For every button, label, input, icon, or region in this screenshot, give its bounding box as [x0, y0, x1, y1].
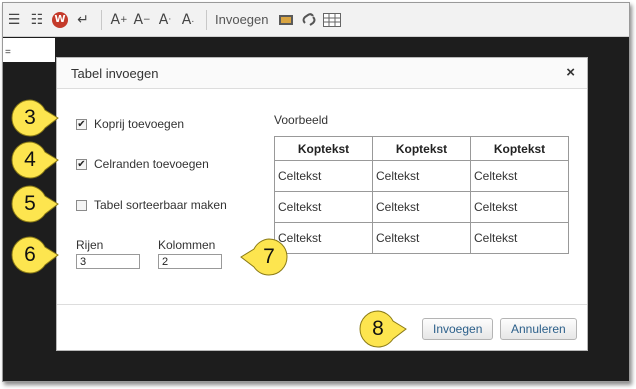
sortable-checkbox[interactable]: [76, 199, 87, 211]
preview-header-cell: Koptekst: [274, 136, 373, 161]
toolbar-divider: [101, 9, 102, 30]
preview-header-row: Koptekst Koptekst Koptekst: [274, 136, 569, 161]
editor-toolbar: ☰ ☷ W ↵ A + A − A · A. Invoegen: [3, 3, 629, 37]
callout-8: 8: [359, 310, 407, 348]
callout-number: 3: [24, 106, 36, 129]
cell-borders-checkbox[interactable]: ✔: [76, 158, 87, 170]
callout-number: 4: [24, 148, 36, 171]
numbered-list-icon[interactable]: ☷: [28, 11, 46, 29]
enter-icon[interactable]: ↵: [74, 11, 92, 29]
rows-input[interactable]: [76, 254, 140, 269]
cell-borders-option[interactable]: ✔ Celranden toevoegen: [76, 157, 209, 171]
preview-cell: Celtekst: [372, 191, 471, 223]
callout-6: 6: [11, 236, 59, 274]
superscript-icon[interactable]: A ·: [156, 11, 174, 29]
columns-label: Kolommen: [158, 238, 216, 252]
insert-button[interactable]: Invoegen: [422, 318, 494, 340]
preview-cell: Celtekst: [274, 191, 373, 223]
callout-5: 5: [11, 185, 59, 223]
header-row-option[interactable]: ✔ Koprij toevoegen: [76, 117, 184, 131]
link-icon[interactable]: [300, 11, 318, 29]
bullet-list-icon[interactable]: ☰: [5, 11, 23, 29]
font-size-down-icon[interactable]: A −: [133, 11, 151, 29]
header-row-label: Koprij toevoegen: [94, 117, 185, 131]
screenshot-frame: ☰ ☷ W ↵ A + A − A · A. Invoegen = Tabel inv…: [2, 2, 630, 382]
callout-number: 7: [263, 245, 275, 268]
callout-3: 3: [11, 99, 59, 137]
table-row: Celtekst Celtekst Celtekst: [274, 222, 569, 254]
insert-table-dialog: Tabel invoegen × ✔ Koprij toevoegen ✔ Ce…: [56, 57, 588, 351]
rows-label: Rijen: [76, 238, 104, 252]
preview-header-cell: Koptekst: [372, 136, 471, 161]
preview-cell: Celtekst: [470, 222, 569, 254]
sortable-option[interactable]: Tabel sorteerbaar maken: [76, 198, 227, 212]
table-row: Celtekst Celtekst Celtekst: [274, 160, 569, 192]
callout-4: 4: [11, 141, 59, 179]
callout-number: 6: [24, 243, 36, 266]
close-icon[interactable]: ×: [566, 64, 575, 81]
callout-number: 5: [24, 192, 36, 215]
dialog-footer: Invoegen Annuleren: [57, 304, 587, 352]
font-size-up-icon[interactable]: A +: [110, 11, 128, 29]
columns-input[interactable]: [158, 254, 222, 269]
preview-cell: Celtekst: [274, 222, 373, 254]
preview-table: Koptekst Koptekst Koptekst Celtekst Celt…: [274, 136, 569, 254]
toolbar-divider: [206, 9, 207, 30]
preview-cell: Celtekst: [372, 222, 471, 254]
preview-cell: Celtekst: [470, 191, 569, 223]
preview-cell: Celtekst: [274, 160, 373, 192]
callout-number: 8: [372, 317, 384, 340]
preview-cell: Celtekst: [470, 160, 569, 192]
preview-header-cell: Koptekst: [470, 136, 569, 161]
image-icon[interactable]: [277, 11, 295, 29]
preview-label: Voorbeeld: [274, 113, 329, 127]
subscript-icon[interactable]: A.: [179, 11, 197, 29]
table-row: Celtekst Celtekst Celtekst: [274, 191, 569, 223]
cell-borders-label: Celranden toevoegen: [94, 157, 209, 171]
dialog-title: Tabel invoegen: [71, 65, 159, 81]
sortable-label: Tabel sorteerbaar maken: [94, 198, 227, 212]
editor-text-marker: =: [5, 47, 11, 58]
insert-menu-label[interactable]: Invoegen: [215, 12, 269, 27]
callout-7: 7: [240, 238, 288, 276]
header-row-checkbox[interactable]: ✔: [76, 118, 87, 130]
cancel-button[interactable]: Annuleren: [500, 318, 577, 340]
table-icon[interactable]: [322, 11, 341, 29]
preview-cell: Celtekst: [372, 160, 471, 192]
wordpress-icon[interactable]: W: [51, 11, 69, 29]
dialog-header: Tabel invoegen ×: [57, 58, 587, 89]
